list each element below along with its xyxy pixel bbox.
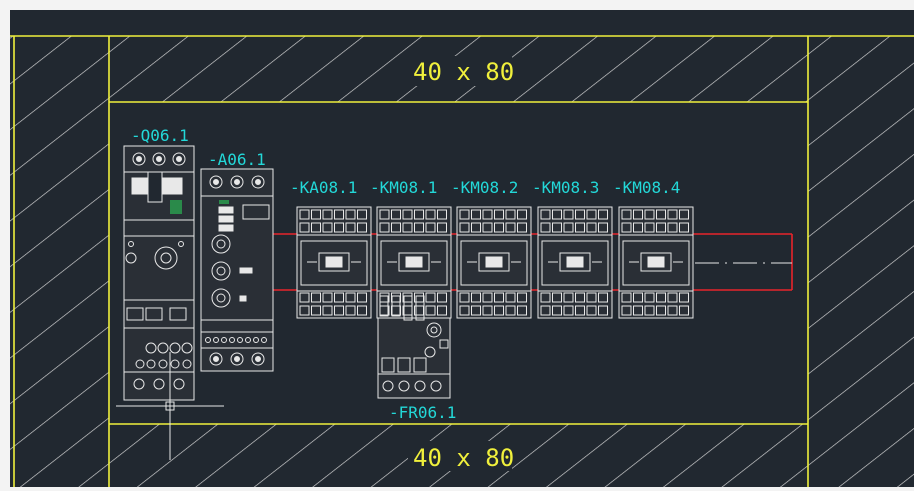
tag-ka08-1: -KA08.1 <box>290 178 357 197</box>
module-a06-1[interactable] <box>200 168 274 372</box>
contactor-km08-3[interactable] <box>537 206 613 319</box>
right-side-hatch <box>808 102 914 487</box>
relay-ka08-1[interactable] <box>296 206 372 319</box>
tag-fr06-1: -FR06.1 <box>389 403 456 422</box>
tag-km08-1: -KM08.1 <box>370 178 437 197</box>
contactor-km08-4[interactable] <box>618 206 694 319</box>
tag-q06-1: -Q06.1 <box>131 126 189 145</box>
tag-km08-2: -KM08.2 <box>451 178 518 197</box>
cad-viewport[interactable]: 40 x 80 40 x 80 -Q06.1 -A06.1 -KA08.1 -K… <box>0 0 914 487</box>
cad-drawing[interactable]: 40 x 80 40 x 80 -Q06.1 -A06.1 -KA08.1 -K… <box>0 0 914 487</box>
tag-km08-3: -KM08.3 <box>532 178 599 197</box>
contactor-km08-2[interactable] <box>456 206 532 319</box>
top-duct-label: 40 x 80 <box>413 58 514 86</box>
bottom-duct-label: 40 x 80 <box>413 444 514 472</box>
left-side-hatch <box>10 102 109 487</box>
tag-a06-1: -A06.1 <box>208 150 266 169</box>
motor-breaker-q06-1[interactable] <box>123 145 195 401</box>
tag-km08-4: -KM08.4 <box>613 178 680 197</box>
